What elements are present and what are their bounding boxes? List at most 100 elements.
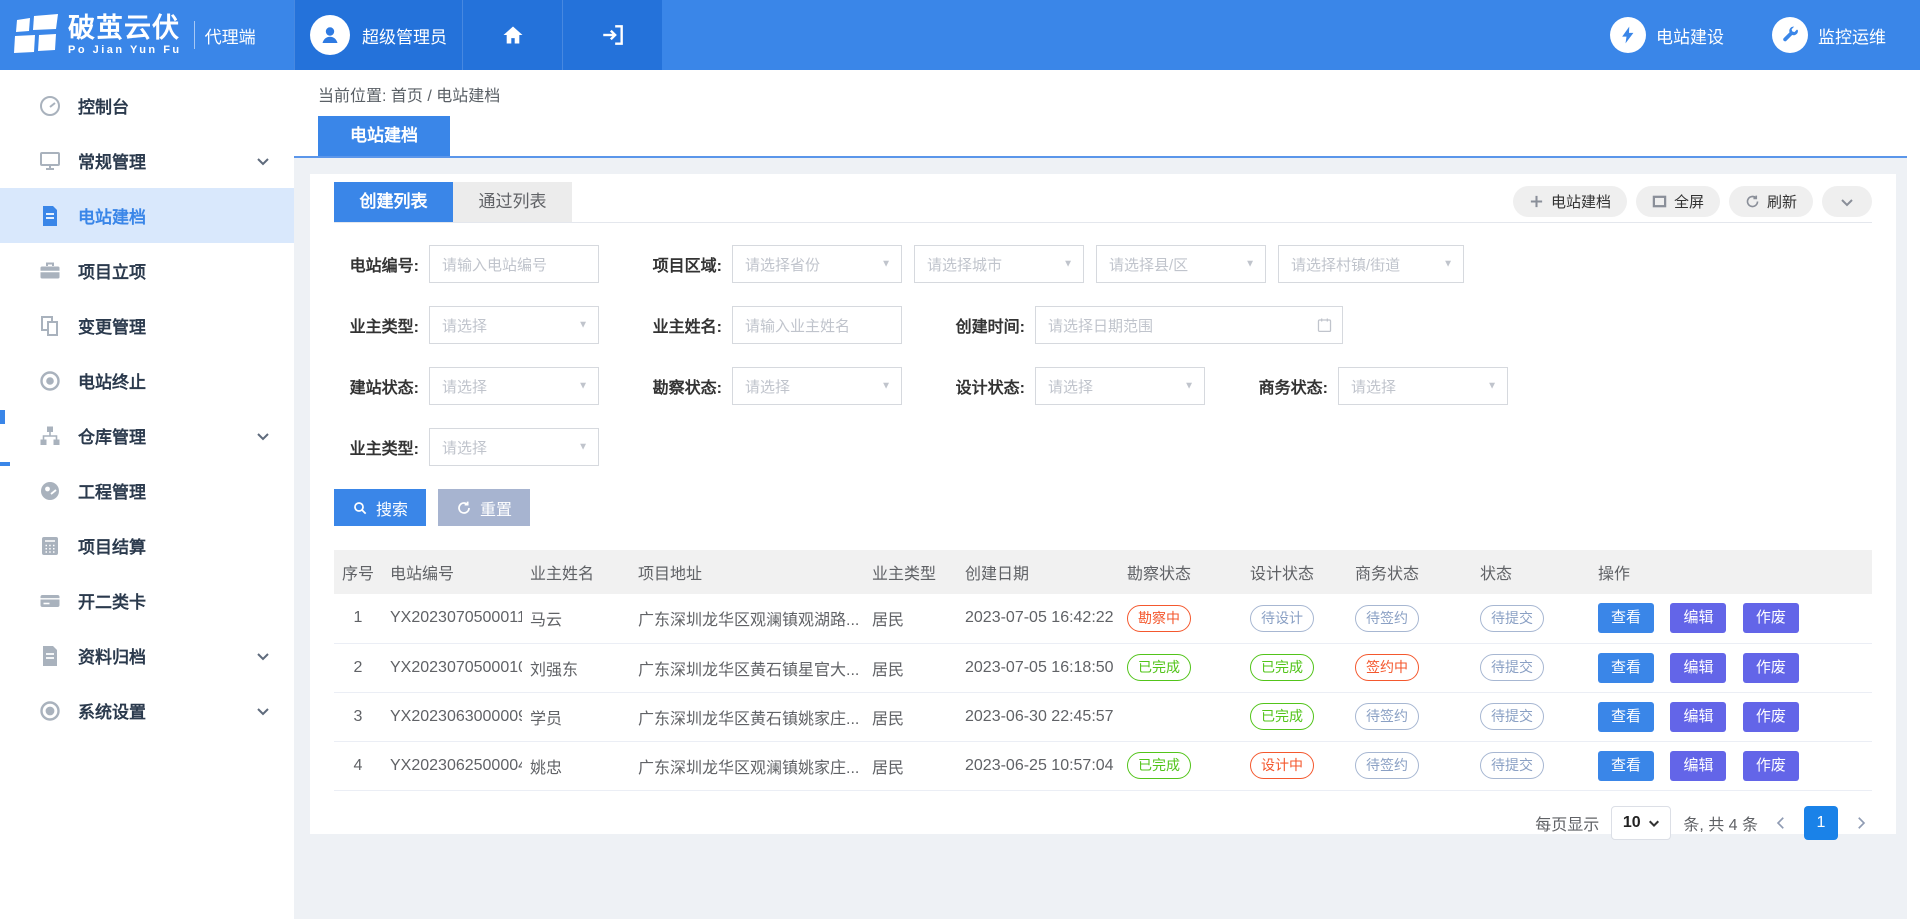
user-menu[interactable]: 超级管理员 [294,0,462,70]
sidebar-item-class2-card[interactable]: 开二类卡 [0,573,294,628]
nav-monitor-ops-label: 监控运维 [1818,23,1886,48]
edit-button[interactable]: 编辑 [1670,702,1726,732]
breadcrumb-prefix: 当前位置: [318,88,386,105]
filter-business-status: 商务状态: 请选择▼ [1243,367,1508,405]
sidebar-item-label: 变更管理 [78,313,146,338]
caret-down-icon: ▼ [881,259,891,270]
col-owner-type: 业主类型 [864,550,957,594]
sidebar-item-file-archive[interactable]: 资料归档 [0,628,294,683]
breadcrumb: 当前位置: 首页 / 电站建档 [318,82,1920,106]
reset-icon [456,500,472,516]
next-page-button[interactable] [1850,814,1872,832]
station-no-input[interactable]: 请输入电站编号 [429,245,599,283]
filter-owner-name: 业主姓名: 请输入业主姓名 [637,306,940,344]
filter-buttons: 搜索 重置 [334,489,1872,526]
filter-row-2: 业主类型: 请选择▼ 业主姓名: 请输入业主姓名 创建时间: 请选择日期范围 [334,306,1872,344]
view-button[interactable]: 查看 [1598,653,1654,683]
sidebar-item-change-mgmt[interactable]: 变更管理 [0,298,294,353]
calculator-icon [38,534,62,558]
view-button[interactable]: 查看 [1598,603,1654,633]
avatar [310,15,350,55]
per-page-select[interactable]: 10 [1611,806,1671,840]
scrollbar-track[interactable] [1907,70,1920,919]
home-button[interactable] [462,0,562,70]
city-select[interactable]: 请选择城市▼ [914,245,1084,283]
caret-down-icon: ▼ [1245,259,1255,270]
void-button[interactable]: 作废 [1743,751,1799,781]
archive-icon [38,644,62,668]
sidebar: 控制台 常规管理 电站建档 项目立项 变更管理 电站终止 仓库管理 [0,70,294,919]
sidebar-item-project-initiation[interactable]: 项目立项 [0,243,294,298]
edit-button[interactable]: 编辑 [1670,603,1726,633]
nav-monitor-ops[interactable]: 监控运维 [1772,17,1886,53]
col-address: 项目地址 [630,550,864,594]
refresh-button[interactable]: 刷新 [1729,186,1813,217]
sidebar-item-warehouse-mgmt[interactable]: 仓库管理 [0,408,294,463]
filter-build-status: 建站状态: 请选择▼ [334,367,637,405]
layout: 控制台 常规管理 电站建档 项目立项 变更管理 电站终止 仓库管理 [0,70,1920,919]
void-button[interactable]: 作废 [1743,653,1799,683]
nav-station-build[interactable]: 电站建设 [1610,17,1724,53]
caret-down-icon: ▼ [1063,259,1073,270]
page-tab-station-filing[interactable]: 电站建档 [318,116,450,156]
owner-type-select[interactable]: 请选择▼ [429,306,599,344]
caret-down-icon: ▼ [1487,381,1497,392]
edit-button[interactable]: 编辑 [1670,751,1726,781]
sidebar-item-general-mgmt[interactable]: 常规管理 [0,133,294,188]
nav-station-build-label: 电站建设 [1656,23,1724,48]
sidebar-item-label: 常规管理 [78,148,146,173]
sidebar-item-engineering-mgmt[interactable]: 工程管理 [0,463,294,518]
dashboard-icon [38,479,62,503]
build-status-select[interactable]: 请选择▼ [429,367,599,405]
filter-row-3: 建站状态: 请选择▼ 勘察状态: 请选择▼ 设计状态: 请选择▼ 商务状态: [334,367,1872,405]
view-button[interactable]: 查看 [1598,702,1654,732]
tab-passed-list[interactable]: 通过列表 [453,182,572,222]
page-number[interactable]: 1 [1804,806,1838,840]
owner-name-input[interactable]: 请输入业主姓名 [732,306,902,344]
fullscreen-button[interactable]: 全屏 [1636,186,1720,217]
collapse-toolbar-button[interactable] [1822,186,1872,217]
sidebar-scroll-mark [0,462,10,466]
void-button[interactable]: 作废 [1743,702,1799,732]
sidebar-item-station-termination[interactable]: 电站终止 [0,353,294,408]
county-select[interactable]: 请选择县/区▼ [1096,245,1266,283]
col-status: 状态 [1472,550,1590,594]
calendar-icon [1316,317,1333,334]
tab-create-list[interactable]: 创建列表 [334,182,453,222]
sidebar-scroll-mark [0,410,5,424]
app-subtitle: Po Jian Yun Fu [68,44,182,56]
chevron-down-icon [256,649,270,663]
status-badge: 待签约 [1355,752,1419,779]
owner-type-2-select[interactable]: 请选择▼ [429,428,599,466]
design-status-select[interactable]: 请选择▼ [1035,367,1205,405]
breadcrumb-path[interactable]: 首页 / 电站建档 [391,88,500,105]
search-button[interactable]: 搜索 [334,489,426,526]
void-button[interactable]: 作废 [1743,603,1799,633]
business-status-select[interactable]: 请选择▼ [1338,367,1508,405]
gauge-icon [38,94,62,118]
logout-button[interactable] [562,0,662,70]
sidebar-item-station-filing[interactable]: 电站建档 [0,188,294,243]
settings-icon [38,699,62,723]
main-area: 当前位置: 首页 / 电站建档 电站建档 创建列表 通过列表 电站建档 [294,70,1920,919]
status-badge: 待设计 [1250,605,1314,632]
sidebar-item-system-settings[interactable]: 系统设置 [0,683,294,738]
survey-status-select[interactable]: 请选择▼ [732,367,902,405]
status-badge: 签约中 [1355,654,1419,681]
col-created: 创建日期 [957,550,1119,594]
town-select[interactable]: 请选择村镇/街道▼ [1278,245,1464,283]
bolt-icon [1610,17,1646,53]
sidebar-item-project-settlement[interactable]: 项目结算 [0,518,294,573]
date-range-input[interactable]: 请选择日期范围 [1035,306,1343,344]
filter-row-1: 电站编号: 请输入电站编号 项目区域: 请选择省份▼ 请选择城市▼ 请选择县/区… [334,245,1872,283]
province-select[interactable]: 请选择省份▼ [732,245,902,283]
create-station-button[interactable]: 电站建档 [1513,186,1627,217]
table-row: 2 YX2023070500010 刘强东 广东深圳龙华区黄石镇星官大... 居… [334,643,1872,692]
edit-button[interactable]: 编辑 [1670,653,1726,683]
caret-down-icon: ▼ [1184,381,1194,392]
reset-button[interactable]: 重置 [438,489,530,526]
sidebar-item-label: 开二类卡 [78,588,146,613]
view-button[interactable]: 查看 [1598,751,1654,781]
sidebar-item-console[interactable]: 控制台 [0,78,294,133]
prev-page-button[interactable] [1770,814,1792,832]
